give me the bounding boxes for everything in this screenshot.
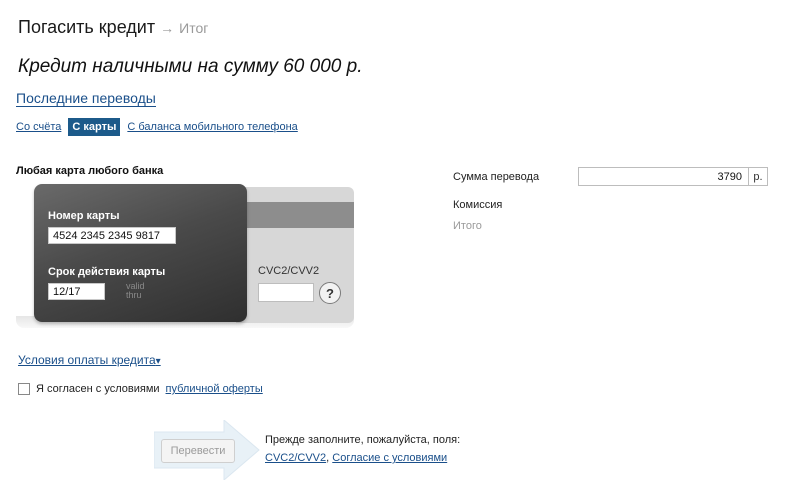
cvc-help-icon[interactable]: ? — [319, 282, 341, 304]
public-offer-link[interactable]: публичной оферты — [166, 383, 263, 395]
amount-label: Сумма перевода — [453, 171, 540, 183]
card-expiry-label: Срок действия карты — [48, 266, 166, 278]
amount-field[interactable]: 3790 р. — [578, 167, 768, 186]
source-tabs: Со счёта С карты С баланса мобильного те… — [16, 118, 298, 136]
amount-input[interactable]: 3790 — [579, 171, 748, 183]
cvc-input[interactable] — [258, 283, 314, 302]
credit-terms-text[interactable]: Условия оплаты кредита — [18, 353, 156, 367]
credit-description: Кредит наличными на сумму 60 000 р. — [18, 56, 363, 77]
breadcrumb-arrow-icon: → — [160, 20, 175, 36]
card-expiry-input[interactable]: 12/17 — [48, 283, 105, 300]
recent-transfers-link[interactable]: Последние переводы — [16, 91, 156, 107]
missing-fields-separator: , — [326, 452, 330, 464]
card-number-input[interactable]: 4524 2345 2345 9817 — [48, 227, 176, 244]
page-title: Погасить кредит → Итог — [18, 17, 208, 38]
card-number-label: Номер карты — [48, 210, 120, 222]
valid-thru-label: valid thru — [126, 282, 145, 300]
missing-field-agreement-link[interactable]: Согласие с условиями — [332, 452, 447, 464]
card-front — [34, 184, 247, 322]
amount-currency: р. — [748, 168, 767, 185]
missing-field-cvc-link[interactable]: CVC2/CVV2 — [265, 452, 326, 464]
agree-text: Я согласен с условиями — [36, 383, 160, 395]
card-section-heading: Любая карта любого банка — [16, 165, 164, 177]
valid-thru-line2: thru — [126, 290, 142, 300]
breadcrumb-next-step: Итог — [179, 20, 209, 36]
transfer-button[interactable]: Перевести — [161, 439, 235, 463]
missing-fields: CVC2/CVV2, Согласие с условиями — [265, 452, 447, 464]
cvc-label: CVC2/CVV2 — [258, 265, 320, 277]
chevron-down-icon[interactable]: ▾ — [156, 356, 161, 367]
commission-label: Комиссия — [453, 199, 503, 211]
agree-checkbox[interactable] — [18, 383, 30, 395]
total-label: Итого — [453, 220, 482, 232]
tab-from-mobile-balance[interactable]: С баланса мобильного телефона — [127, 121, 297, 133]
submit-hint: Прежде заполните, пожалуйста, поля: — [265, 434, 461, 446]
tab-from-card[interactable]: С карты — [68, 118, 121, 136]
agree-row: Я согласен с условиями публичной оферты — [18, 383, 263, 395]
card-magnetic-stripe — [236, 202, 354, 228]
page-title-text: Погасить кредит — [18, 17, 156, 37]
credit-terms-link[interactable]: Условия оплаты кредита▾ — [18, 353, 161, 367]
tab-from-account[interactable]: Со счёта — [16, 121, 61, 133]
